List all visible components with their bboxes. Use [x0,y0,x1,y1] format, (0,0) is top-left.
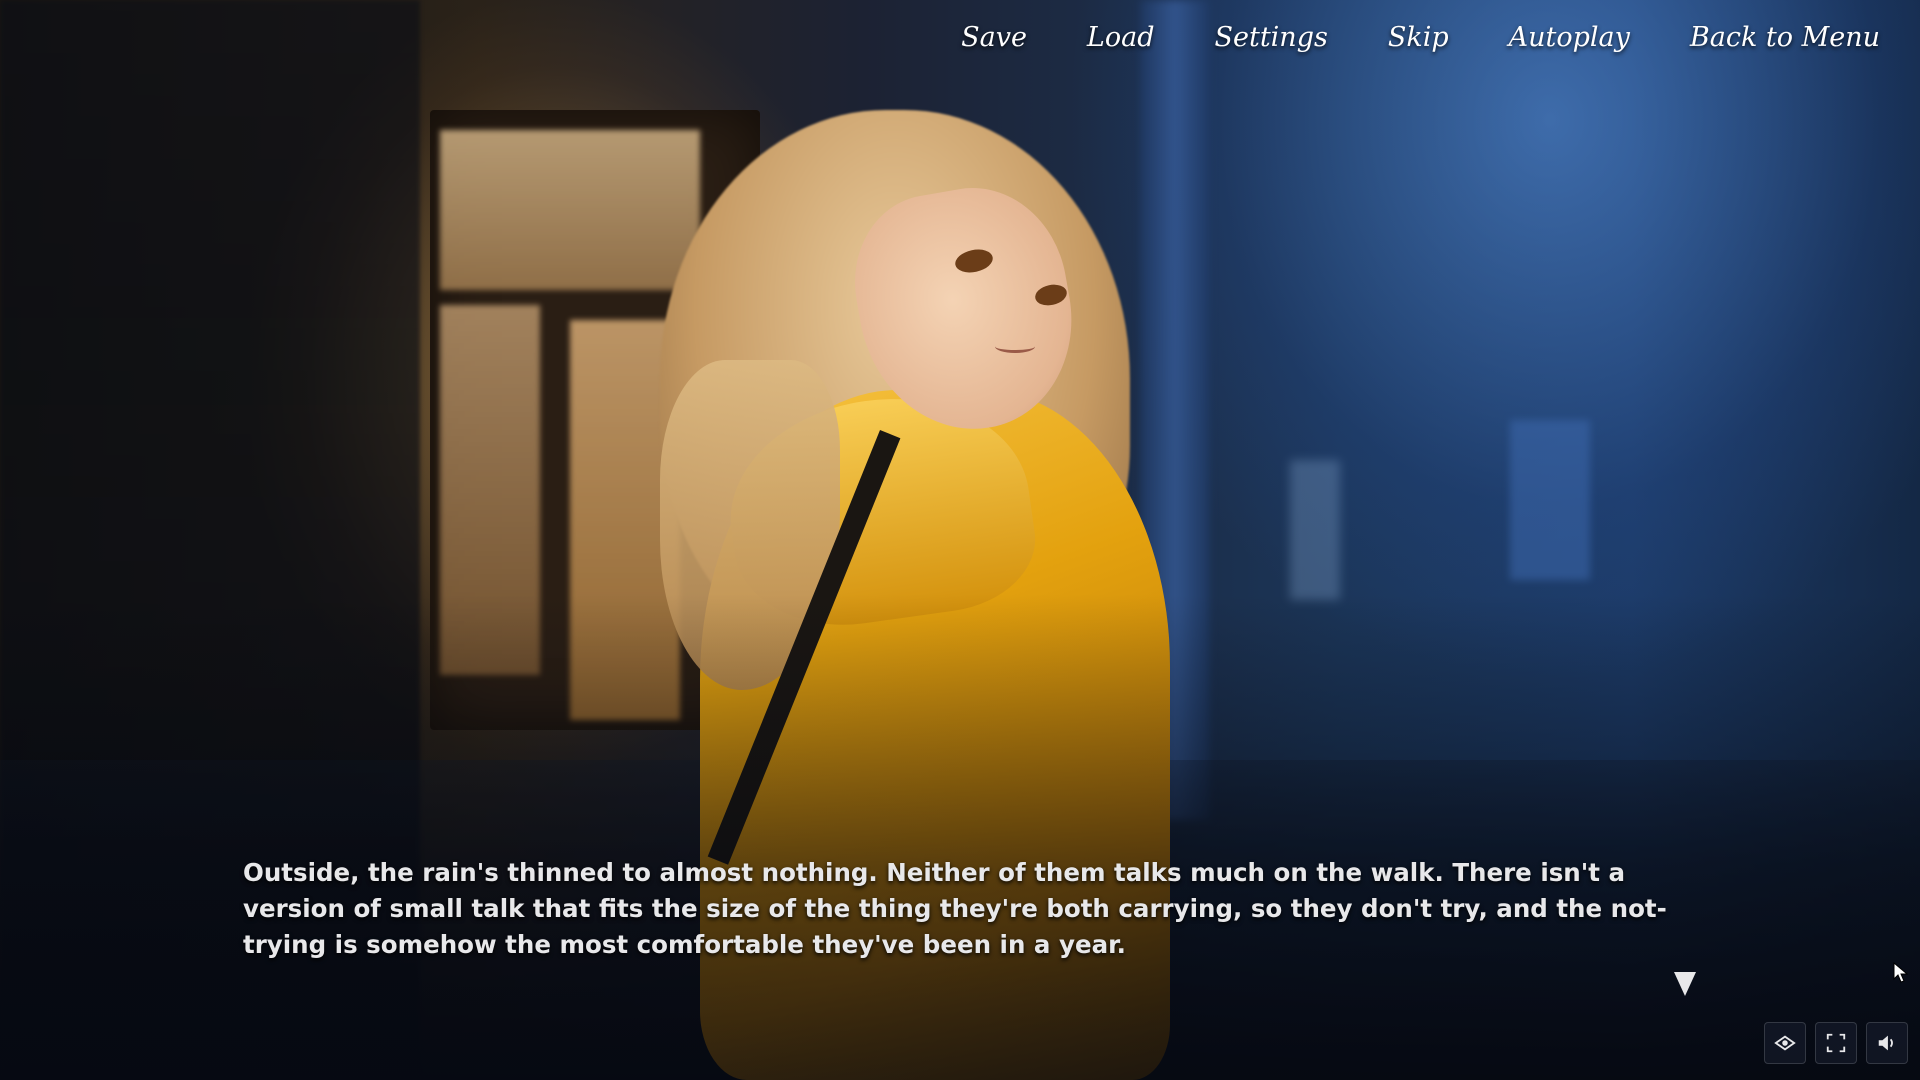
volume-icon [1878,1035,1893,1051]
fullscreen-icon [1826,1033,1846,1053]
load-button[interactable]: Load [1087,22,1155,53]
autoplay-button[interactable]: Autoplay [1509,22,1630,53]
hide-ui-button[interactable] [1764,1022,1806,1064]
dialogue-text[interactable]: Outside, the rain's thinned to almost no… [243,855,1693,963]
mouse-cursor-icon [1893,962,1909,983]
skip-button[interactable]: Skip [1388,22,1449,53]
volume-button[interactable] [1866,1022,1908,1064]
bottom-controls [1764,1022,1908,1064]
save-button[interactable]: Save [961,22,1027,53]
advance-arrow-icon[interactable] [1674,972,1696,996]
game-top-menu: Save Load Settings Skip Autoplay Back to… [901,22,1880,53]
settings-button[interactable]: Settings [1215,22,1328,53]
eye-icon [1774,1035,1796,1051]
back-to-menu-button[interactable]: Back to Menu [1690,22,1880,53]
fullscreen-button[interactable] [1815,1022,1857,1064]
